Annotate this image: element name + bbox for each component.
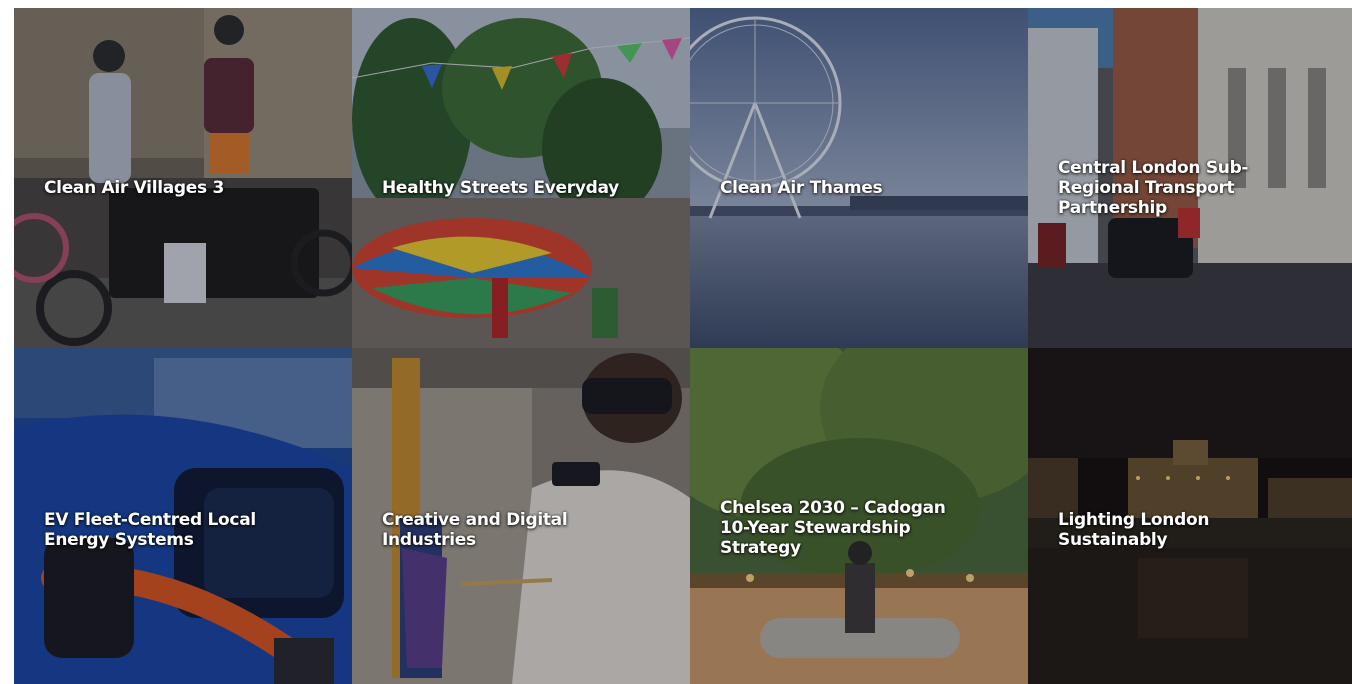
project-tile-lighting-london[interactable]: Lighting London Sustainably — [1028, 348, 1352, 684]
project-title: Healthy Streets Everyday — [382, 178, 619, 198]
project-title: Creative and Digital Industries — [382, 510, 568, 550]
project-tile-ev-fleet[interactable]: EV Fleet-Centred Local Energy Systems — [14, 348, 352, 684]
project-title: Clean Air Thames — [720, 178, 883, 198]
project-title: Chelsea 2030 – Cadogan 10-Year Stewardsh… — [720, 498, 946, 558]
project-tile-clean-air-villages[interactable]: Clean Air Villages 3 — [14, 8, 352, 348]
project-tile-chelsea-2030[interactable]: Chelsea 2030 – Cadogan 10-Year Stewardsh… — [690, 348, 1028, 684]
project-title: Lighting London Sustainably — [1058, 510, 1210, 550]
project-title: Clean Air Villages 3 — [44, 178, 224, 198]
project-tile-creative-digital[interactable]: Creative and Digital Industries — [352, 348, 690, 684]
project-tile-healthy-streets[interactable]: Healthy Streets Everyday — [352, 8, 690, 348]
project-grid: Clean Air Villages 3 Healthy Streets Eve… — [14, 8, 1352, 684]
project-title: EV Fleet-Centred Local Energy Systems — [44, 510, 256, 550]
project-tile-central-london-transport[interactable]: Central London Sub-Regional Transport Pa… — [1028, 8, 1352, 348]
project-title: Central London Sub-Regional Transport Pa… — [1058, 158, 1249, 218]
project-tile-clean-air-thames[interactable]: Clean Air Thames — [690, 8, 1028, 348]
